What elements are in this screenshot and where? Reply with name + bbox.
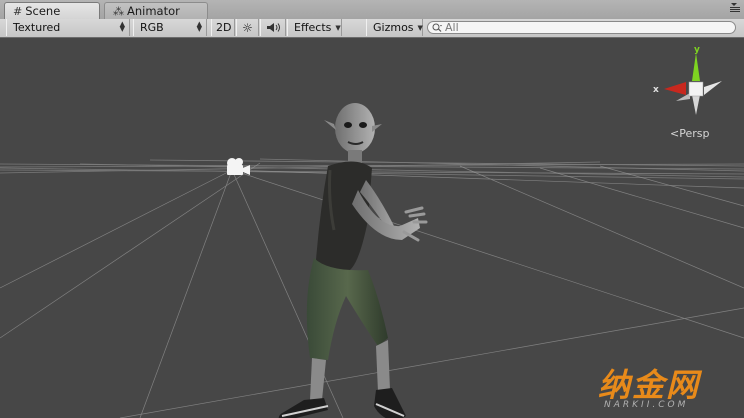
dropdown-caret-icon: ▼ — [335, 23, 341, 32]
zombie-character-model[interactable] — [268, 100, 428, 418]
draw-mode-label: Textured — [13, 21, 61, 34]
search-field[interactable]: All — [427, 21, 736, 34]
projection-toggle[interactable]: <Persp — [670, 127, 709, 140]
axis-y-label: y — [694, 45, 700, 55]
draw-mode-dropdown[interactable]: Textured ▲ ▼ — [6, 19, 130, 36]
updown-arrows-icon: ▲ ▼ — [119, 20, 125, 33]
scene-viewport[interactable]: y x <Persp 纳金网 NARKII.COM — [0, 38, 744, 418]
speaker-icon — [266, 23, 280, 32]
gizmos-label: Gizmos — [373, 21, 414, 34]
watermark-logo: 纳金网 NARKII.COM — [598, 360, 738, 416]
scene-lighting-toggle[interactable]: ☼ — [236, 19, 259, 36]
grid-icon: # — [13, 4, 23, 18]
persp-icon: < — [670, 127, 680, 140]
search-icon — [432, 23, 442, 32]
dropdown-caret-icon: ▼ — [417, 23, 423, 32]
updown-arrows-icon: ▲ ▼ — [196, 20, 202, 33]
tab-scene-label: Scene — [25, 4, 61, 18]
search-placeholder: All — [445, 21, 459, 34]
gizmos-dropdown[interactable]: Gizmos ▼ — [366, 19, 423, 36]
tab-animator[interactable]: ⁂ Animator — [104, 2, 208, 19]
scene-audio-toggle[interactable] — [260, 19, 286, 36]
2d-toggle-button[interactable]: 2D — [211, 19, 235, 36]
render-mode-dropdown[interactable]: RGB ▲ ▼ — [133, 19, 207, 36]
tab-animator-label: Animator — [127, 4, 180, 18]
effects-dropdown[interactable]: Effects ▼ — [287, 19, 342, 36]
effects-label: Effects — [294, 21, 332, 34]
projection-label: Persp — [679, 127, 710, 140]
watermark-sub: NARKII.COM — [604, 400, 689, 410]
sun-icon: ☼ — [242, 20, 253, 35]
panel-menu-icon[interactable] — [728, 3, 740, 15]
orientation-gizmo[interactable]: y x — [650, 45, 726, 120]
camera-icon[interactable] — [222, 156, 252, 178]
axis-x-label: x — [653, 85, 659, 95]
scene-toolbar: Textured ▲ ▼ RGB ▲ ▼ 2D ☼ Effects ▼ Gizmos… — [0, 19, 744, 38]
animator-icon: ⁂ — [113, 4, 124, 18]
render-mode-label: RGB — [140, 21, 164, 34]
tab-scene[interactable]: # Scene — [4, 2, 100, 19]
2d-toggle-label: 2D — [216, 21, 232, 34]
tab-strip: # Scene ⁂ Animator — [0, 0, 744, 20]
